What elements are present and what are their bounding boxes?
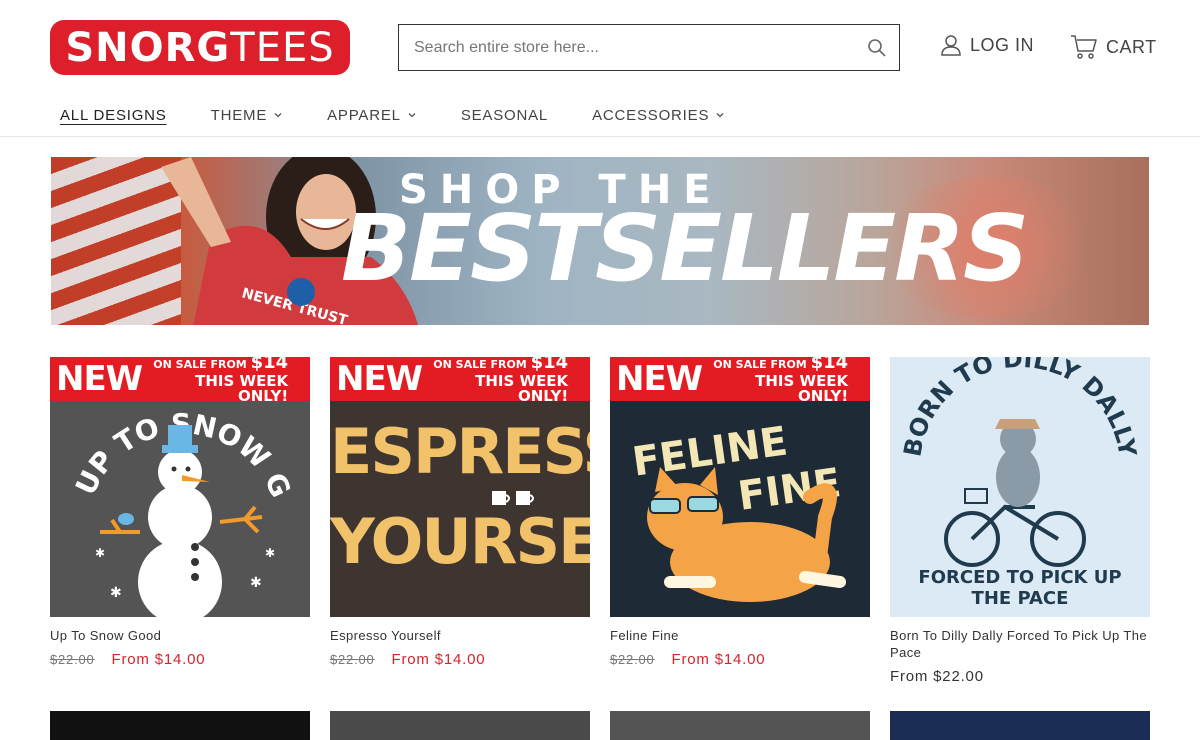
product-card[interactable]: ESPRESSO YOURSELF NEW ON SALE FROM $14 T… bbox=[330, 357, 590, 668]
sale-badge: NEW ON SALE FROM $14 THIS WEEK ONLY! bbox=[50, 357, 310, 404]
nav-all-designs[interactable]: ALL DESIGNS bbox=[60, 104, 167, 126]
regular-price: From $22.00 bbox=[890, 668, 984, 685]
product-title[interactable]: Born To Dilly Dally Forced To Pick Up Th… bbox=[890, 627, 1150, 661]
sale-price: From $14.00 bbox=[671, 651, 766, 668]
product-card[interactable]: UP TO SNOW GOOD ✱✱ ✱✱ NEW ON SALE FROM $… bbox=[50, 357, 310, 668]
product-price: $22.00 From $14.00 bbox=[330, 651, 590, 668]
original-price: $22.00 bbox=[330, 652, 375, 667]
svg-text:✱: ✱ bbox=[95, 546, 105, 560]
product-title[interactable]: Espresso Yourself bbox=[330, 627, 590, 644]
original-price: $22.00 bbox=[50, 652, 95, 667]
product-price: From $22.00 bbox=[890, 668, 1150, 685]
chevron-down-icon bbox=[274, 113, 282, 118]
product-image[interactable]: UP TO SNOW GOOD ✱✱ ✱✱ NEW ON SALE FROM $… bbox=[50, 357, 310, 617]
product-image[interactable] bbox=[50, 711, 310, 740]
product-image[interactable] bbox=[890, 711, 1150, 740]
user-icon bbox=[941, 35, 961, 56]
snorgtees-logo[interactable]: SNORGTEES bbox=[50, 20, 350, 75]
svg-text:FORCED TO PICK UP: FORCED TO PICK UP bbox=[918, 567, 1121, 588]
product-card[interactable]: BORN TO DILLY DALLY FORCED TO PICK UP TH… bbox=[890, 357, 1150, 685]
main-nav: ALL DESIGNS THEME APPAREL SEASONAL ACCES… bbox=[60, 104, 769, 126]
search-icon[interactable] bbox=[867, 38, 887, 58]
original-price: $22.00 bbox=[610, 652, 655, 667]
product-image[interactable]: FELINE FINE NEW ON SALE FROM $14 THIS WE… bbox=[610, 357, 870, 617]
nav-seasonal[interactable]: SEASONAL bbox=[461, 104, 548, 126]
sale-badge: NEW ON SALE FROM $14 THIS WEEK ONLY! bbox=[610, 357, 870, 404]
search-box bbox=[398, 24, 900, 71]
cart-label: CART bbox=[1106, 36, 1157, 57]
nav-apparel[interactable]: APPAREL bbox=[327, 104, 417, 126]
product-title[interactable]: Feline Fine bbox=[610, 627, 870, 644]
svg-text:✱: ✱ bbox=[110, 584, 122, 600]
coffee-cups-icon bbox=[492, 491, 534, 505]
nav-accessories[interactable]: ACCESSORIES bbox=[592, 104, 725, 126]
svg-text:THE PACE: THE PACE bbox=[972, 588, 1069, 609]
logo-text: SNORGTEES bbox=[65, 24, 335, 71]
sale-badge: NEW ON SALE FROM $14 THIS WEEK ONLY! bbox=[330, 357, 590, 404]
cart-link[interactable]: CART bbox=[1070, 34, 1157, 60]
banner-heading-bestsellers: BESTSELLERS bbox=[341, 195, 1029, 302]
product-image[interactable]: ESPRESSO YOURSELF NEW ON SALE FROM $14 T… bbox=[330, 357, 590, 617]
product-card[interactable]: FELINE FINE NEW ON SALE FROM $14 THIS WE… bbox=[610, 357, 870, 668]
bestsellers-banner[interactable]: NEVER TRUST SHOP THE BESTSELLERS bbox=[51, 157, 1149, 325]
chevron-down-icon bbox=[716, 113, 724, 118]
sale-price: From $14.00 bbox=[111, 651, 206, 668]
espresso-artwork-line2: YOURSELF bbox=[330, 505, 590, 578]
login-link[interactable]: LOG IN bbox=[940, 34, 1034, 56]
site-header: SNORGTEES LOG IN CART ALL DESIGNS THEME bbox=[0, 0, 1200, 137]
product-image[interactable] bbox=[610, 711, 870, 740]
product-title[interactable]: Up To Snow Good bbox=[50, 627, 310, 644]
nav-theme[interactable]: THEME bbox=[211, 104, 284, 126]
search-input[interactable] bbox=[399, 25, 849, 70]
login-label: LOG IN bbox=[970, 34, 1035, 55]
product-price: $22.00 From $14.00 bbox=[610, 651, 870, 668]
svg-text:✱: ✱ bbox=[265, 546, 275, 560]
sale-price: From $14.00 bbox=[391, 651, 486, 668]
product-image[interactable]: BORN TO DILLY DALLY FORCED TO PICK UP TH… bbox=[890, 357, 1150, 617]
cart-icon bbox=[1071, 35, 1097, 59]
espresso-artwork-line1: ESPRESSO bbox=[330, 415, 590, 488]
svg-text:✱: ✱ bbox=[250, 574, 262, 590]
chevron-down-icon bbox=[408, 113, 416, 118]
product-price: $22.00 From $14.00 bbox=[50, 651, 310, 668]
product-image[interactable] bbox=[330, 711, 590, 740]
bear-bicycle-artwork: BORN TO DILLY DALLY FORCED TO PICK UP TH… bbox=[898, 357, 1141, 609]
